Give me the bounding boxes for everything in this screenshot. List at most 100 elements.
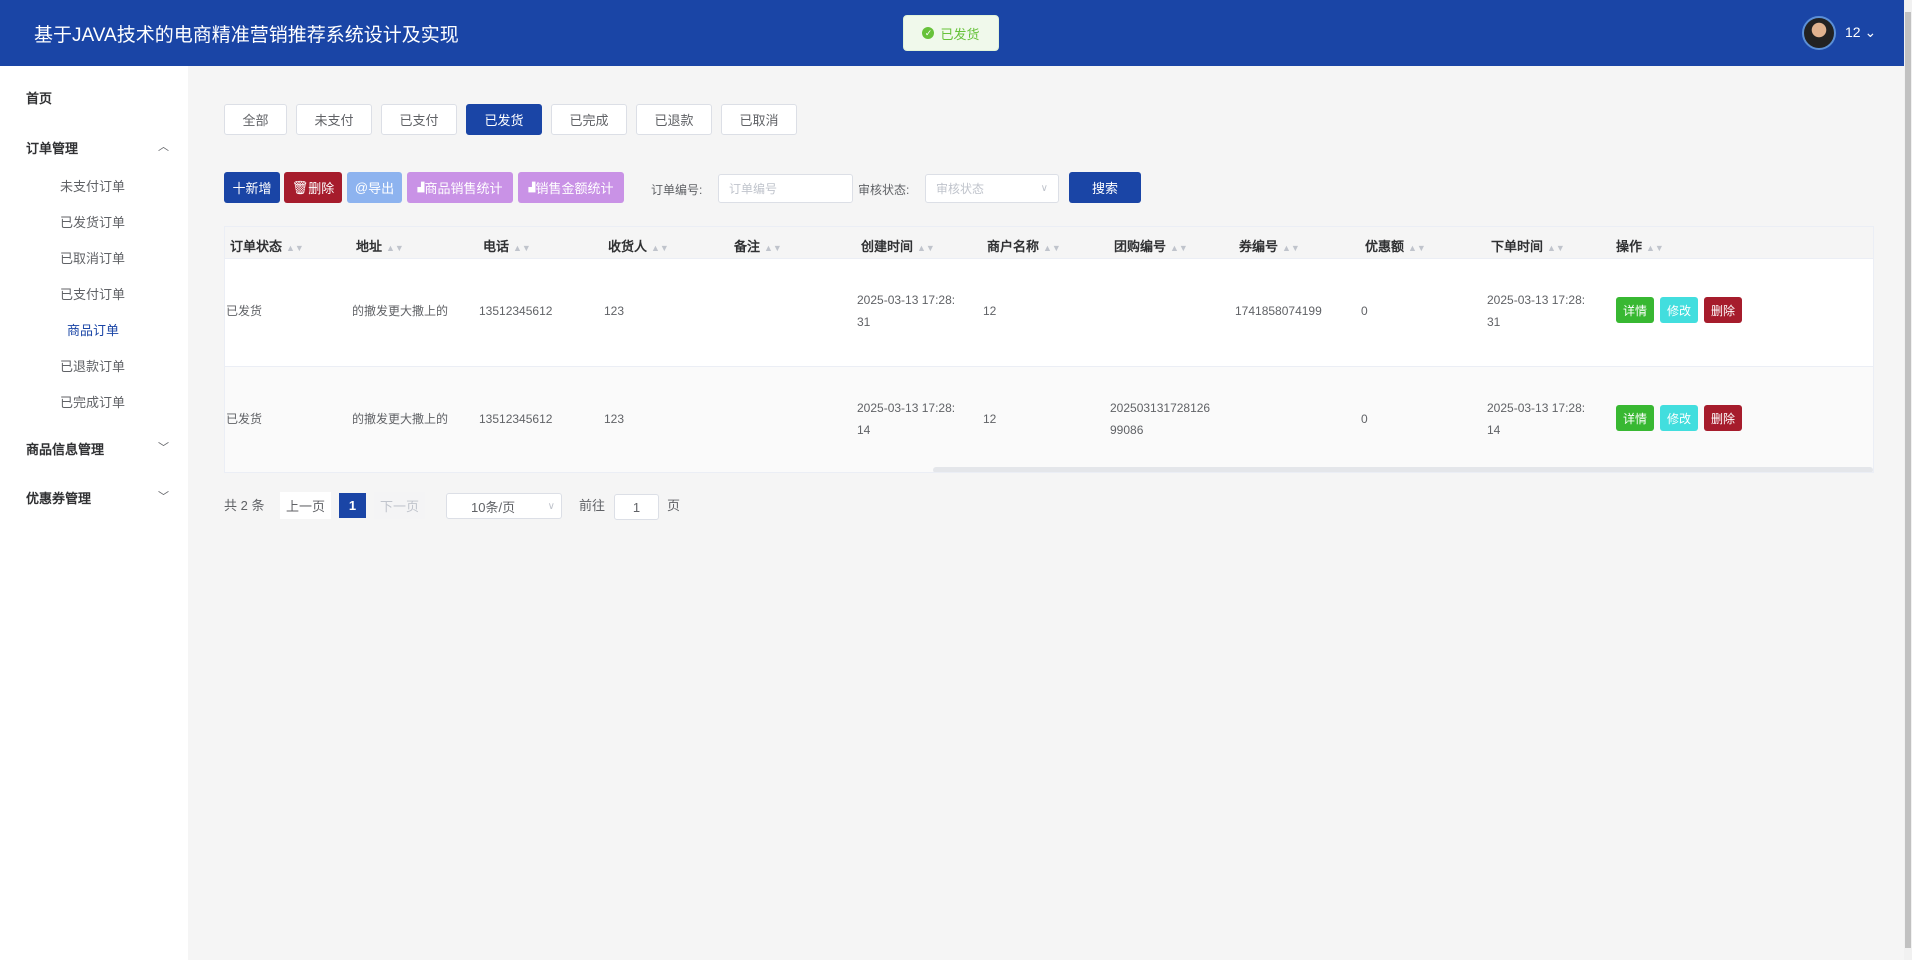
sort-icon[interactable]: ▲▼ [651,243,669,253]
sidebar-subitem-active[interactable]: 商品订单 [67,320,119,339]
bar-chart-icon: ▟ [529,182,536,193]
column-header[interactable]: 收货人▲▼ [608,236,669,255]
add-button[interactable]: 十新增 [224,172,280,203]
column-title: 商户名称 [987,239,1039,254]
column-header[interactable]: 团购编号▲▼ [1114,236,1188,255]
cell-line: 2025-03-13 17:28: [857,397,955,419]
tab-cancelled[interactable]: 已取消 [721,104,797,135]
sidebar-subitem[interactable]: 已取消订单 [60,248,125,267]
tab-unpaid[interactable]: 未支付 [296,104,372,135]
cell-line: 31 [1487,311,1585,333]
cell-discount: 0 [1361,408,1368,430]
edit-button[interactable]: 修改 [1660,405,1698,431]
table-row: 已发货的撤发更大撒上的135123456121232025-03-13 17:2… [225,259,1873,367]
column-header[interactable]: 地址 ▲▼ [356,236,404,255]
amount-stats-button[interactable]: ▟销售金额统计 [518,172,624,203]
tab-paid[interactable]: 已支付 [381,104,457,135]
column-header[interactable]: 电话 ▲▼ [483,236,531,255]
sidebar-subitem[interactable]: 未支付订单 [60,176,125,195]
tab-refunded[interactable]: 已退款 [636,104,712,135]
cell-status: 已发货 [226,408,262,430]
column-title: 地址 [356,239,382,254]
sidebar-item-home[interactable]: 首页 [26,88,52,107]
cell-created: 2025-03-13 17:28:14 [857,397,955,441]
cell-line: 2025-03-13 17:28: [1487,397,1585,419]
column-header[interactable]: 商户名称 ▲▼ [987,236,1061,255]
column-header[interactable]: 操作 ▲▼ [1616,236,1664,255]
column-header[interactable]: 订单状态▲▼ [230,236,304,255]
sidebar-subitem[interactable]: 已发货订单 [60,212,125,231]
sort-icon[interactable]: ▲▼ [1282,243,1300,253]
sidebar: 首页 订单管理 ︿ 未支付订单 已发货订单 已取消订单 已支付订单 商品订单 已… [0,66,188,960]
table-header: 订单状态▲▼地址▲▼电话▲▼收货人▲▼备注▲▼创建时间▲▼商户名称▲▼团购编号▲… [225,227,1873,259]
product-stats-label: 商品销售统计 [424,178,502,197]
cell-address: 的撤发更大撒上的 [352,300,448,322]
scrollbar-thumb[interactable] [1905,12,1911,948]
page-size-select[interactable]: 10条/页∨ [446,493,562,519]
sort-icon[interactable]: ▲▼ [1043,243,1061,253]
sort-icon[interactable]: ▲▼ [1170,243,1188,253]
status-select[interactable]: 审核状态∨ [925,174,1059,203]
trash-icon: 🗑 [292,180,309,196]
avatar[interactable] [1802,16,1836,50]
cell-line: 14 [857,419,955,441]
cell-line: 14 [1487,419,1585,441]
cell-phone: 13512345612 [479,408,552,430]
sidebar-subitem[interactable]: 已退款订单 [60,356,125,375]
cell-ordered: 2025-03-13 17:28:14 [1487,397,1585,441]
sort-icon[interactable]: ▲▼ [386,243,404,253]
sort-icon[interactable]: ▲▼ [1408,243,1426,253]
search-button[interactable]: 搜索 [1069,172,1141,203]
top-header: 基于JAVA技术的电商精准营销推荐系统设计及实现 ✓已发货 12 ⌄ [0,0,1904,66]
sidebar-item-coupon-mgmt[interactable]: 优惠券管理 [26,488,91,507]
toast-text: 已发货 [940,24,979,43]
column-title: 券编号 [1239,239,1278,254]
export-button[interactable]: @导出 [347,172,402,203]
detail-button[interactable]: 详情 [1616,405,1654,431]
sidebar-subitem[interactable]: 已完成订单 [60,392,125,411]
page-size-value: 10条/页 [471,497,515,516]
column-title: 操作 [1616,239,1642,254]
delete-button[interactable]: 🗑删除 [284,172,342,203]
next-page-button[interactable]: 下一页 [374,492,425,519]
user-menu[interactable]: 12 ⌄ [1845,24,1876,41]
column-header[interactable]: 下单时间▲▼ [1491,236,1565,255]
tab-all[interactable]: 全部 [224,104,287,135]
detail-button[interactable]: 详情 [1616,297,1654,323]
row-delete-button[interactable]: 删除 [1704,405,1742,431]
sidebar-subitem[interactable]: 已支付订单 [60,284,125,303]
row-delete-button[interactable]: 删除 [1704,297,1742,323]
tab-shipped[interactable]: 已发货 [466,104,542,135]
cell-ordered: 2025-03-13 17:28:31 [1487,289,1585,333]
column-header[interactable]: 备注▲▼ [734,236,782,255]
sort-icon[interactable]: ▲▼ [764,243,782,253]
cell-line: 2025-03-13 17:28: [857,289,955,311]
goto-page-input[interactable]: 1 [614,494,659,520]
chevron-down-icon: ﹀ [158,488,169,504]
sidebar-item-order-mgmt[interactable]: 订单管理 [26,138,78,157]
sort-icon[interactable]: ▲▼ [286,243,304,253]
sidebar-item-product-mgmt[interactable]: 商品信息管理 [26,439,104,458]
orders-table: 订单状态▲▼地址▲▼电话▲▼收货人▲▼备注▲▼创建时间▲▼商户名称▲▼团购编号▲… [224,226,1874,473]
chevron-down-icon: ⌄ [1864,24,1876,40]
page-1-button[interactable]: 1 [339,493,366,518]
horizontal-scrollbar[interactable] [933,467,1873,473]
column-header[interactable]: 优惠额▲▼ [1365,236,1426,255]
order-no-input[interactable]: 订单编号 [718,174,853,203]
edit-button[interactable]: 修改 [1660,297,1698,323]
bar-chart-icon: ▟ [418,182,425,193]
tab-completed[interactable]: 已完成 [551,104,627,135]
sort-icon[interactable]: ▲▼ [1646,243,1664,253]
success-toast: ✓已发货 [903,15,999,51]
sort-icon[interactable]: ▲▼ [513,243,531,253]
app-title: 基于JAVA技术的电商精准营销推荐系统设计及实现 [34,20,459,47]
sort-icon[interactable]: ▲▼ [917,243,935,253]
chevron-down-icon: ∨ [1041,183,1048,194]
column-header[interactable]: 券编号 ▲▼ [1239,236,1300,255]
product-stats-button[interactable]: ▟商品销售统计 [407,172,513,203]
cell-phone: 13512345612 [479,300,552,322]
column-header[interactable]: 创建时间▲▼ [861,236,935,255]
column-title: 电话 [483,239,509,254]
sort-icon[interactable]: ▲▼ [1547,243,1565,253]
prev-page-button[interactable]: 上一页 [280,492,331,519]
